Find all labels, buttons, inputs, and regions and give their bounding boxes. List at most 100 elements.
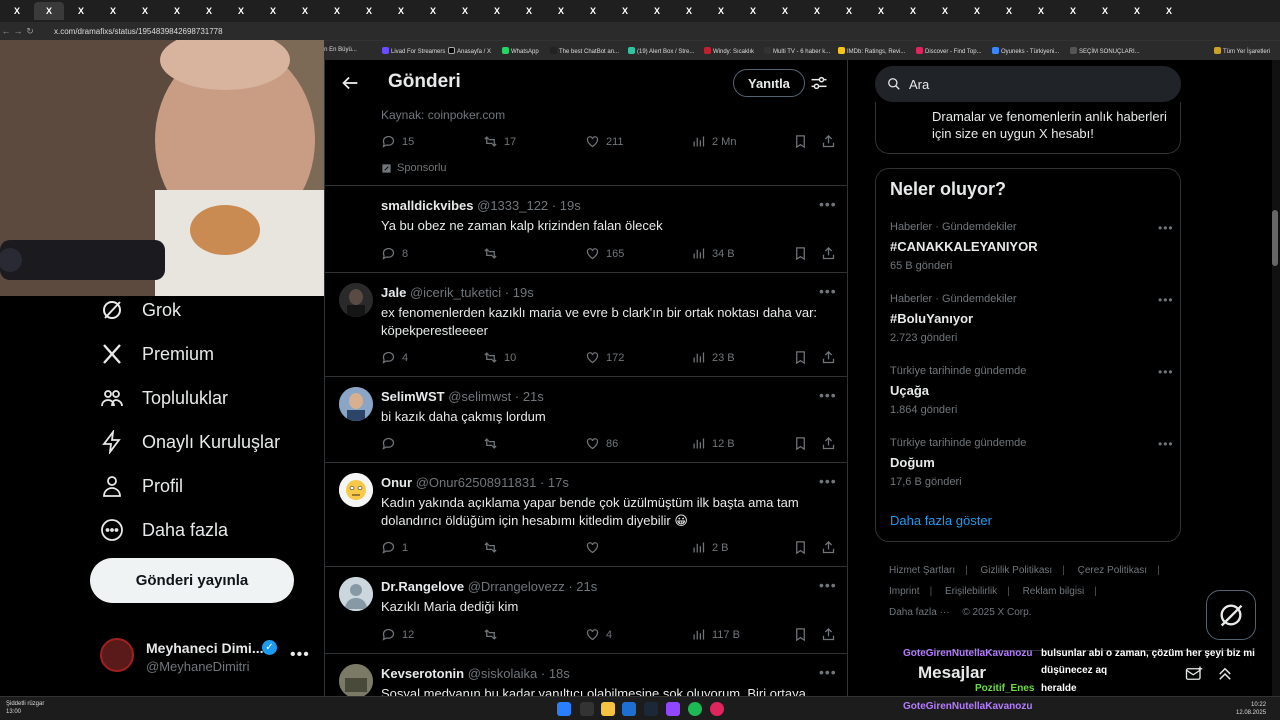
more-icon[interactable]: ••• <box>1158 365 1174 379</box>
reply-action[interactable]: 12 <box>381 627 414 642</box>
more-icon[interactable]: ••• <box>1158 293 1174 307</box>
avatar[interactable] <box>339 387 373 421</box>
author-handle[interactable]: @icerik_tuketici <box>410 285 501 300</box>
grok-floating-button[interactable] <box>1206 590 1256 640</box>
tweet-time[interactable]: · 21s <box>515 389 544 404</box>
weather-widget[interactable]: Şiddetli rüzgar 13:00 <box>6 700 44 716</box>
footer-link[interactable]: Reklam bilgisi <box>1023 586 1085 597</box>
reply-tweet[interactable]: smalldickvibes @1333_122 · 19s ••• Ya bu… <box>325 186 847 273</box>
browser-tab[interactable]: X <box>834 2 864 20</box>
share-action[interactable] <box>821 436 836 451</box>
account-switcher[interactable]: Meyhaneci Dimi... ✓ @MeyhaneDimitri ••• <box>100 632 310 682</box>
reply-tweet[interactable]: Dr.Rangelove @Drrangelovezz · 21s ••• Ka… <box>325 567 847 654</box>
views-action[interactable]: 34 B <box>691 246 735 261</box>
browser-tab[interactable]: X <box>514 2 544 20</box>
scrollbar-thumb[interactable] <box>1272 210 1278 266</box>
repost-action[interactable] <box>483 627 504 642</box>
more-icon[interactable]: ••• <box>1158 221 1174 235</box>
search-input[interactable]: Ara <box>875 66 1181 102</box>
bookmark-item[interactable]: WhatsApp <box>502 47 539 55</box>
system-clock[interactable]: 10:22 12.08.2025 <box>1236 701 1266 717</box>
bookmark-action[interactable] <box>793 246 808 261</box>
repost-action[interactable]: 17 <box>483 134 516 149</box>
browser-tab[interactable]: X <box>642 2 672 20</box>
avatar[interactable] <box>339 283 373 317</box>
browser-tab[interactable]: X <box>386 2 416 20</box>
back-arrow-icon[interactable]: ← <box>0 26 12 36</box>
repost-action[interactable] <box>483 246 504 261</box>
browser-tab[interactable]: X <box>578 2 608 20</box>
bookmark-item[interactable]: Anasayfa / X <box>448 47 491 55</box>
chrome-icon[interactable] <box>710 702 724 716</box>
more-icon[interactable]: ••• <box>819 577 837 593</box>
browser-tab[interactable]: X <box>1026 2 1056 20</box>
browser-tab[interactable]: X <box>98 2 128 20</box>
repost-action[interactable] <box>483 436 504 451</box>
bookmark-item[interactable]: (19) Alert Box / Stre... <box>628 47 694 55</box>
all-bookmarks[interactable]: Tüm Yer İşaretleri <box>1214 47 1270 55</box>
browser-tab[interactable]: X <box>802 2 832 20</box>
repost-action[interactable]: 10 <box>483 350 516 365</box>
more-icon[interactable]: ••• <box>290 646 310 664</box>
browser-tab[interactable]: X <box>770 2 800 20</box>
bookmark-action[interactable] <box>793 540 808 555</box>
show-more-link[interactable]: Daha fazla göster <box>890 513 992 528</box>
tweet-time[interactable]: · 19s <box>552 198 581 213</box>
author-name[interactable]: Kevserotonin <box>381 666 464 681</box>
tweet-time[interactable]: · 19s <box>505 285 534 300</box>
browser-tab[interactable]: X <box>898 2 928 20</box>
nav-item-profile[interactable]: Profil <box>100 474 183 498</box>
reply-button[interactable]: Yanıtla <box>733 69 805 97</box>
app-icon[interactable] <box>622 702 636 716</box>
reply-action[interactable]: 4 <box>381 350 408 365</box>
browser-tab[interactable]: X <box>290 2 320 20</box>
collapse-icon[interactable] <box>1216 665 1234 683</box>
trend-item[interactable]: Haberler · Gündemdekiler #BoluYanıyor 2.… <box>890 293 1173 359</box>
tweet-time[interactable]: · 18s <box>541 666 570 681</box>
repost-action[interactable] <box>483 540 504 555</box>
browser-tab[interactable]: X <box>482 2 512 20</box>
browser-tab[interactable]: X <box>34 2 64 20</box>
tweet-time[interactable]: · 21s <box>568 579 597 594</box>
browser-tab[interactable]: X <box>1058 2 1088 20</box>
author-handle[interactable]: @Onur62508911831 <box>416 475 537 490</box>
bookmark-item[interactable]: Oyuneks - Türkiyeni... <box>992 47 1059 55</box>
author-name[interactable]: Jale <box>381 285 406 300</box>
scrollbar[interactable] <box>1272 60 1280 696</box>
views-action[interactable]: 12 B <box>691 436 735 451</box>
bookmark-item[interactable]: Windy: Sıcaklık <box>704 47 754 55</box>
search-icon[interactable] <box>580 702 594 716</box>
tweet-time[interactable]: · 17s <box>540 475 569 490</box>
views-action[interactable]: 2 B <box>691 540 729 555</box>
more-icon[interactable]: ••• <box>1158 437 1174 451</box>
bookmark-item[interactable]: Multi TV - 6 haber k... <box>764 47 830 55</box>
avatar[interactable] <box>339 577 373 611</box>
author-name[interactable]: smalldickvibes <box>381 198 474 213</box>
bookmark-item[interactable]: Livad For Streamers <box>382 47 445 55</box>
views-action[interactable]: 23 B <box>691 350 735 365</box>
nav-item-verified-orgs[interactable]: Onaylı Kuruluşlar <box>100 430 280 454</box>
more-icon[interactable]: ••• <box>819 196 837 212</box>
like-action[interactable]: 86 <box>585 436 618 451</box>
avatar[interactable] <box>339 664 373 696</box>
author-name[interactable]: SelimWST <box>381 389 445 404</box>
browser-tab[interactable]: X <box>930 2 960 20</box>
browser-tab[interactable]: X <box>738 2 768 20</box>
profile-promo-card[interactable]: Dramalar ve fenomenlerin anlık haberleri… <box>875 102 1181 154</box>
like-action[interactable] <box>585 540 606 555</box>
author-name[interactable]: Onur <box>381 475 412 490</box>
share-action[interactable] <box>821 134 836 149</box>
browser-tab[interactable]: X <box>418 2 448 20</box>
spotify-icon[interactable] <box>688 702 702 716</box>
bookmark-item[interactable]: The best ChatBot an... <box>550 47 619 55</box>
compose-message-icon[interactable] <box>1184 665 1204 683</box>
nav-item-premium[interactable]: Premium <box>100 342 214 366</box>
footer-link[interactable]: Gizlilik Politikası <box>981 565 1053 576</box>
bookmark-item[interactable]: SEÇİM SONUÇLARI... <box>1070 47 1140 55</box>
browser-tab[interactable]: X <box>706 2 736 20</box>
trend-item[interactable]: Türkiye tarihinde gündemde Uçağa 1.864 g… <box>890 365 1173 431</box>
reply-action[interactable]: 1 <box>381 540 408 555</box>
more-icon[interactable]: ••• <box>819 283 837 299</box>
ad-source[interactable]: Kaynak: coinpoker.com <box>381 108 505 122</box>
browser-tab[interactable]: X <box>2 2 32 20</box>
